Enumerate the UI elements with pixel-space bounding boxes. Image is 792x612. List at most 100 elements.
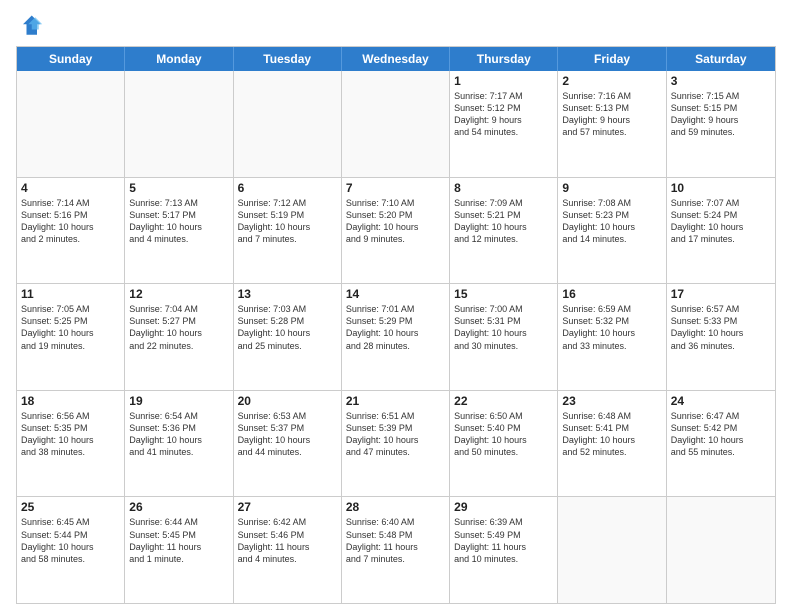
day-info: Sunrise: 6:51 AM Sunset: 5:39 PM Dayligh… — [346, 410, 445, 459]
calendar-cell: 24 Sunrise: 6:47 AM Sunset: 5:42 PM Dayli… — [667, 391, 775, 497]
calendar-cell: 4Sunrise: 7:14 AM Sunset: 5:16 PM Daylig… — [17, 178, 125, 284]
calendar-cell: 18Sunrise: 6:56 AM Sunset: 5:35 PM Dayli… — [17, 391, 125, 497]
logo-icon — [16, 12, 44, 40]
calendar-cell: 23 Sunrise: 6:48 AM Sunset: 5:41 PM Dayli… — [558, 391, 666, 497]
day-info: Sunrise: 7:15 AM Sunset: 5:15 PM Dayligh… — [671, 90, 771, 139]
calendar-cell: 13 Sunrise: 7:03 AM Sunset: 5:28 PM Dayli… — [234, 284, 342, 390]
calendar-cell: 15 Sunrise: 7:00 AM Sunset: 5:31 PM Dayli… — [450, 284, 558, 390]
day-number: 3 — [671, 74, 771, 88]
calendar-cell — [342, 71, 450, 177]
calendar-cell: 29 Sunrise: 6:39 AM Sunset: 5:49 PM Dayli… — [450, 497, 558, 603]
day-info: Sunrise: 7:12 AM Sunset: 5:19 PM Dayligh… — [238, 197, 337, 246]
day-number: 2 — [562, 74, 661, 88]
calendar-cell: 28Sunrise: 6:40 AM Sunset: 5:48 PM Dayli… — [342, 497, 450, 603]
day-info: Sunrise: 6:57 AM Sunset: 5:33 PM Dayligh… — [671, 303, 771, 352]
day-number: 22 — [454, 394, 553, 408]
day-number: 21 — [346, 394, 445, 408]
logo — [16, 12, 48, 40]
day-number: 28 — [346, 500, 445, 514]
day-info: Sunrise: 6:45 AM Sunset: 5:44 PM Dayligh… — [21, 516, 120, 565]
calendar-cell: 5 Sunrise: 7:13 AM Sunset: 5:17 PM Daylig… — [125, 178, 233, 284]
calendar-cell: 1 Sunrise: 7:17 AM Sunset: 5:12 PM Daylig… — [450, 71, 558, 177]
calendar-header: SundayMondayTuesdayWednesdayThursdayFrid… — [17, 47, 775, 71]
calendar-cell — [17, 71, 125, 177]
day-info: Sunrise: 6:48 AM Sunset: 5:41 PM Dayligh… — [562, 410, 661, 459]
day-number: 24 — [671, 394, 771, 408]
day-number: 9 — [562, 181, 661, 195]
day-number: 16 — [562, 287, 661, 301]
day-number: 20 — [238, 394, 337, 408]
calendar-cell: 14 Sunrise: 7:01 AM Sunset: 5:29 PM Dayli… — [342, 284, 450, 390]
day-info: Sunrise: 7:17 AM Sunset: 5:12 PM Dayligh… — [454, 90, 553, 139]
calendar-cell: 27 Sunrise: 6:42 AM Sunset: 5:46 PM Dayli… — [234, 497, 342, 603]
calendar-body: 1 Sunrise: 7:17 AM Sunset: 5:12 PM Daylig… — [17, 71, 775, 603]
day-number: 25 — [21, 500, 120, 514]
day-number: 29 — [454, 500, 553, 514]
calendar-cell — [234, 71, 342, 177]
header — [16, 12, 776, 40]
day-info: Sunrise: 7:08 AM Sunset: 5:23 PM Dayligh… — [562, 197, 661, 246]
day-number: 19 — [129, 394, 228, 408]
calendar-cell: 17 Sunrise: 6:57 AM Sunset: 5:33 PM Dayli… — [667, 284, 775, 390]
calendar-cell: 2 Sunrise: 7:16 AM Sunset: 5:13 PM Daylig… — [558, 71, 666, 177]
day-info: Sunrise: 7:05 AM Sunset: 5:25 PM Dayligh… — [21, 303, 120, 352]
calendar-cell: 8 Sunrise: 7:09 AM Sunset: 5:21 PM Daylig… — [450, 178, 558, 284]
calendar: SundayMondayTuesdayWednesdayThursdayFrid… — [16, 46, 776, 604]
header-day-tuesday: Tuesday — [234, 47, 342, 71]
calendar-week-1: 4Sunrise: 7:14 AM Sunset: 5:16 PM Daylig… — [17, 177, 775, 284]
day-info: Sunrise: 6:54 AM Sunset: 5:36 PM Dayligh… — [129, 410, 228, 459]
day-number: 14 — [346, 287, 445, 301]
header-day-saturday: Saturday — [667, 47, 775, 71]
day-info: Sunrise: 7:00 AM Sunset: 5:31 PM Dayligh… — [454, 303, 553, 352]
calendar-cell: 16 Sunrise: 6:59 AM Sunset: 5:32 PM Dayli… — [558, 284, 666, 390]
day-info: Sunrise: 7:10 AM Sunset: 5:20 PM Dayligh… — [346, 197, 445, 246]
page: SundayMondayTuesdayWednesdayThursdayFrid… — [0, 0, 792, 612]
calendar-cell — [558, 497, 666, 603]
header-day-sunday: Sunday — [17, 47, 125, 71]
calendar-cell — [667, 497, 775, 603]
calendar-cell: 7 Sunrise: 7:10 AM Sunset: 5:20 PM Daylig… — [342, 178, 450, 284]
header-day-wednesday: Wednesday — [342, 47, 450, 71]
calendar-cell: 25 Sunrise: 6:45 AM Sunset: 5:44 PM Dayli… — [17, 497, 125, 603]
day-number: 6 — [238, 181, 337, 195]
day-number: 7 — [346, 181, 445, 195]
day-info: Sunrise: 6:59 AM Sunset: 5:32 PM Dayligh… — [562, 303, 661, 352]
header-day-friday: Friday — [558, 47, 666, 71]
day-info: Sunrise: 6:44 AM Sunset: 5:45 PM Dayligh… — [129, 516, 228, 565]
day-info: Sunrise: 6:39 AM Sunset: 5:49 PM Dayligh… — [454, 516, 553, 565]
day-number: 13 — [238, 287, 337, 301]
calendar-cell: 10Sunrise: 7:07 AM Sunset: 5:24 PM Dayli… — [667, 178, 775, 284]
calendar-cell: 21 Sunrise: 6:51 AM Sunset: 5:39 PM Dayli… — [342, 391, 450, 497]
calendar-week-0: 1 Sunrise: 7:17 AM Sunset: 5:12 PM Daylig… — [17, 71, 775, 177]
calendar-cell: 6 Sunrise: 7:12 AM Sunset: 5:19 PM Daylig… — [234, 178, 342, 284]
day-info: Sunrise: 7:14 AM Sunset: 5:16 PM Dayligh… — [21, 197, 120, 246]
day-info: Sunrise: 6:56 AM Sunset: 5:35 PM Dayligh… — [21, 410, 120, 459]
day-number: 27 — [238, 500, 337, 514]
calendar-cell: 19 Sunrise: 6:54 AM Sunset: 5:36 PM Dayli… — [125, 391, 233, 497]
day-info: Sunrise: 7:03 AM Sunset: 5:28 PM Dayligh… — [238, 303, 337, 352]
day-info: Sunrise: 7:13 AM Sunset: 5:17 PM Dayligh… — [129, 197, 228, 246]
day-number: 15 — [454, 287, 553, 301]
day-info: Sunrise: 7:01 AM Sunset: 5:29 PM Dayligh… — [346, 303, 445, 352]
day-number: 5 — [129, 181, 228, 195]
day-info: Sunrise: 6:53 AM Sunset: 5:37 PM Dayligh… — [238, 410, 337, 459]
calendar-cell: 22Sunrise: 6:50 AM Sunset: 5:40 PM Dayli… — [450, 391, 558, 497]
day-info: Sunrise: 6:47 AM Sunset: 5:42 PM Dayligh… — [671, 410, 771, 459]
calendar-cell: 12 Sunrise: 7:04 AM Sunset: 5:27 PM Dayli… — [125, 284, 233, 390]
calendar-cell: 9 Sunrise: 7:08 AM Sunset: 5:23 PM Daylig… — [558, 178, 666, 284]
day-number: 17 — [671, 287, 771, 301]
calendar-cell: 26Sunrise: 6:44 AM Sunset: 5:45 PM Dayli… — [125, 497, 233, 603]
day-number: 12 — [129, 287, 228, 301]
day-number: 8 — [454, 181, 553, 195]
header-day-thursday: Thursday — [450, 47, 558, 71]
calendar-week-2: 11Sunrise: 7:05 AM Sunset: 5:25 PM Dayli… — [17, 283, 775, 390]
day-info: Sunrise: 7:04 AM Sunset: 5:27 PM Dayligh… — [129, 303, 228, 352]
day-number: 23 — [562, 394, 661, 408]
calendar-cell: 20 Sunrise: 6:53 AM Sunset: 5:37 PM Dayli… — [234, 391, 342, 497]
calendar-cell: 11Sunrise: 7:05 AM Sunset: 5:25 PM Dayli… — [17, 284, 125, 390]
day-info: Sunrise: 6:42 AM Sunset: 5:46 PM Dayligh… — [238, 516, 337, 565]
day-number: 1 — [454, 74, 553, 88]
calendar-cell — [125, 71, 233, 177]
day-info: Sunrise: 7:09 AM Sunset: 5:21 PM Dayligh… — [454, 197, 553, 246]
day-info: Sunrise: 7:16 AM Sunset: 5:13 PM Dayligh… — [562, 90, 661, 139]
